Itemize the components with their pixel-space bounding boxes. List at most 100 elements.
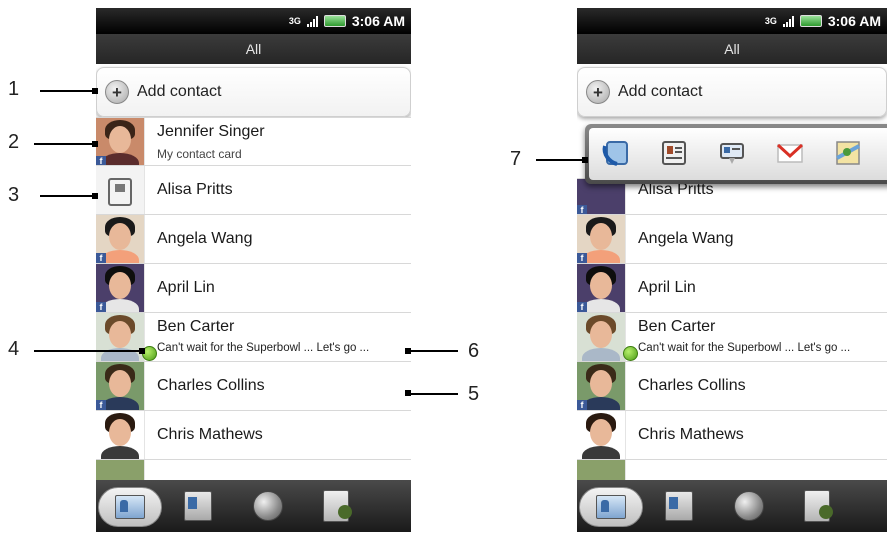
facebook-icon: f [96, 253, 106, 263]
contact-status-update: Can't wait for the Superbowl ... Let's g… [157, 342, 370, 354]
list-item-jennifer[interactable]: f Jennifer Singer My contact card [96, 117, 411, 166]
list-item-alisa[interactable]: Alisa Pritts [96, 165, 411, 214]
add-contact-button[interactable]: + Add contact [96, 67, 411, 117]
contact-name: April Lin [638, 279, 696, 296]
contact-name: Alisa Pritts [157, 181, 233, 198]
list-item-partial[interactable] [577, 459, 887, 481]
right-phone-screen: 3G 3:06 AM All + Add contact f Alisa Pri… [577, 8, 887, 532]
list-item-ben[interactable]: Ben Carter Can't wait for the Superbowl … [577, 312, 887, 361]
add-contact-button[interactable]: + Add contact [577, 67, 887, 117]
signal-icon [782, 15, 794, 27]
tab-groups[interactable] [178, 486, 218, 526]
avatar [577, 313, 626, 361]
tab-call-history[interactable] [316, 486, 356, 526]
network-3g-icon: 3G [764, 15, 777, 26]
avatar [577, 411, 626, 459]
callout-dot-1 [92, 88, 98, 94]
people-icon [596, 495, 626, 519]
facebook-icon: f [96, 302, 106, 312]
tab-online-directory[interactable] [248, 486, 288, 526]
header-title: All [577, 34, 887, 64]
contact-name: Charles Collins [157, 377, 265, 394]
contact-name: Chris Mathews [638, 426, 744, 443]
tab-bar [577, 480, 887, 532]
facebook-icon: f [577, 253, 587, 263]
map-icon[interactable] [833, 138, 863, 168]
signal-icon [306, 15, 318, 27]
contacts-list: + Add contact f Jennifer Singer My conta… [96, 64, 411, 481]
callout-line-7 [536, 159, 584, 161]
contact-name: Jennifer Singer [157, 123, 265, 140]
tab-people[interactable] [98, 487, 162, 527]
network-3g-icon: 3G [288, 15, 301, 26]
callout-line-1 [40, 90, 94, 92]
callout-line-4 [34, 350, 142, 352]
avatar: f [577, 215, 626, 263]
list-item-charles[interactable]: f Charles Collins [96, 361, 411, 410]
message-icon[interactable] [717, 138, 747, 168]
avatar: f [577, 264, 626, 312]
callout-6: 6 [468, 340, 480, 362]
facebook-icon: f [577, 400, 587, 410]
callout-line-6 [408, 350, 458, 352]
left-phone-screen: 3G 3:06 AM All + Add contact f Jennifer … [96, 8, 411, 532]
add-contact-label: Add contact [137, 83, 222, 100]
contact-name: Ben Carter [157, 318, 235, 335]
callout-dot-6 [405, 348, 411, 354]
status-bar: 3G 3:06 AM [96, 8, 411, 34]
avatar [96, 313, 145, 361]
groups-icon [665, 491, 693, 521]
avatar: f [577, 362, 626, 410]
callout-dot-2 [92, 141, 98, 147]
avatar [577, 460, 626, 481]
list-item-chris[interactable]: Chris Mathews [96, 410, 411, 459]
avatar: f [96, 118, 145, 166]
facebook-icon: f [96, 400, 106, 410]
sim-card-icon [96, 166, 145, 214]
add-contact-label: Add contact [618, 83, 703, 100]
plus-icon: + [586, 80, 610, 104]
contact-status-update: Can't wait for the Superbowl ... Let's g… [638, 342, 851, 354]
list-item-april[interactable]: f April Lin [96, 263, 411, 312]
facebook-icon: f [577, 205, 587, 214]
list-item-angela[interactable]: f Angela Wang [577, 214, 887, 263]
callout-dot-4 [139, 348, 145, 354]
list-item-charles[interactable]: f Charles Collins [577, 361, 887, 410]
people-icon [115, 495, 145, 519]
list-item-chris[interactable]: Chris Mathews [577, 410, 887, 459]
status-bar: 3G 3:06 AM [577, 8, 887, 34]
contact-name: Angela Wang [157, 230, 253, 247]
list-item-partial[interactable] [96, 459, 411, 481]
call-history-icon [323, 490, 352, 522]
contact-name: April Lin [157, 279, 215, 296]
online-directory-icon [253, 491, 283, 521]
avatar: f [96, 264, 145, 312]
avatar [96, 460, 145, 481]
callout-dot-5 [405, 390, 411, 396]
avatar: f [577, 179, 626, 214]
tab-call-history[interactable] [797, 486, 837, 526]
callout-line-3 [40, 195, 94, 197]
list-item-april[interactable]: f April Lin [577, 263, 887, 312]
avatar: f [96, 362, 145, 410]
contact-name: Ben Carter [638, 318, 716, 335]
avatar [96, 411, 145, 459]
battery-icon [323, 15, 346, 27]
tab-people[interactable] [579, 487, 643, 527]
list-item-angela[interactable]: f Angela Wang [96, 214, 411, 263]
avatar: f [96, 215, 145, 263]
tab-online-directory[interactable] [729, 486, 769, 526]
call-history-icon [804, 490, 833, 522]
contact-name: Charles Collins [638, 377, 746, 394]
status-time: 3:06 AM [351, 13, 405, 29]
callout-3: 3 [8, 184, 20, 206]
plus-icon: + [105, 80, 129, 104]
callout-dot-3 [92, 193, 98, 199]
tab-groups[interactable] [659, 486, 699, 526]
gmail-icon[interactable] [775, 138, 805, 168]
callout-line-2 [34, 143, 94, 145]
callout-1: 1 [8, 78, 20, 100]
online-directory-icon [734, 491, 764, 521]
contact-card-icon[interactable] [659, 138, 689, 168]
call-icon[interactable] [601, 138, 631, 168]
